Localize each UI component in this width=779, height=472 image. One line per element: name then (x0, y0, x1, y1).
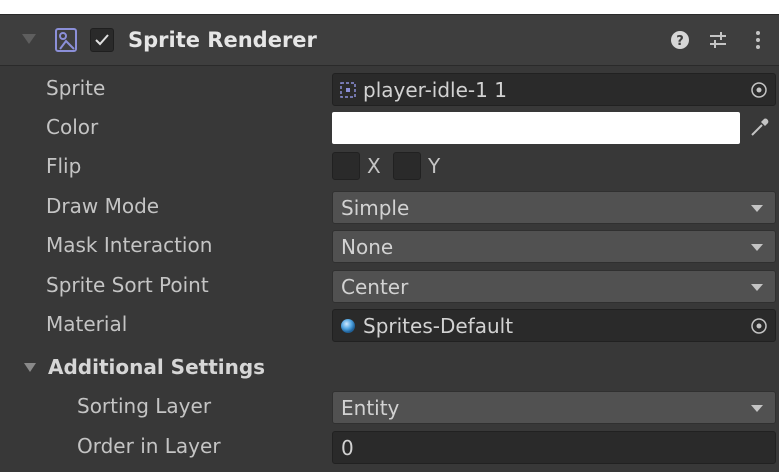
preset-sliders-icon[interactable] (706, 28, 730, 52)
color-label: Color (46, 115, 99, 139)
order-in-layer-value: 0 (341, 436, 354, 460)
object-picker-icon[interactable] (750, 81, 768, 99)
dropdown-arrow-icon (751, 284, 763, 291)
sprite-renderer-inspector: Sprite Renderer ? Sprite player-idle-1 1 (0, 14, 779, 472)
material-value: Sprites-Default (363, 314, 514, 338)
flip-label: Flip (46, 154, 82, 178)
property-row-color: Color (0, 109, 779, 147)
flip-x-label: X (367, 154, 381, 178)
sprite-renderer-icon (55, 28, 77, 52)
flip-y-checkbox[interactable] (393, 152, 421, 180)
sprite-label: Sprite (46, 76, 106, 100)
material-sphere-icon (341, 319, 355, 333)
component-title: Sprite Renderer (128, 28, 317, 52)
property-row-order-in-layer: Order in Layer 0 (0, 428, 779, 466)
dropdown-arrow-icon (751, 244, 763, 251)
order-in-layer-label: Order in Layer (77, 434, 221, 458)
order-in-layer-input[interactable]: 0 (332, 431, 776, 464)
sprite-sort-point-label: Sprite Sort Point (46, 273, 209, 297)
property-row-material: Material Sprites-Default (0, 306, 779, 344)
material-object-field[interactable]: Sprites-Default (332, 309, 776, 342)
mask-interaction-dropdown[interactable]: None (332, 230, 776, 263)
draw-mode-value: Simple (341, 196, 410, 220)
sprite-asset-icon (340, 82, 356, 98)
dropdown-arrow-icon (751, 205, 763, 212)
checkmark-icon (95, 34, 109, 46)
property-row-sprite: Sprite player-idle-1 1 (0, 70, 779, 108)
draw-mode-dropdown[interactable]: Simple (332, 191, 776, 224)
additional-settings-foldout[interactable]: Additional Settings (0, 349, 779, 387)
property-row-mask-interaction: Mask Interaction None (0, 227, 779, 265)
mask-interaction-label: Mask Interaction (46, 233, 213, 257)
foldout-arrow-icon[interactable] (24, 363, 36, 372)
property-row-draw-mode: Draw Mode Simple (0, 188, 779, 226)
svg-text:?: ? (676, 34, 684, 49)
foldout-arrow-icon[interactable] (22, 34, 36, 44)
color-swatch[interactable] (332, 112, 740, 144)
sorting-layer-dropdown[interactable]: Entity (332, 391, 776, 424)
dropdown-arrow-icon (751, 405, 763, 412)
mask-interaction-value: None (341, 235, 394, 259)
sorting-layer-value: Entity (341, 396, 400, 420)
enabled-checkbox[interactable] (90, 28, 114, 52)
property-row-sorting-layer: Sorting Layer Entity (0, 388, 779, 426)
flip-x-checkbox[interactable] (332, 152, 360, 180)
sprite-sort-point-value: Center (341, 275, 409, 299)
component-header[interactable]: Sprite Renderer ? (0, 14, 779, 66)
sprite-object-field[interactable]: player-idle-1 1 (332, 73, 776, 106)
sprite-sort-point-dropdown[interactable]: Center (332, 270, 776, 303)
more-vert-icon[interactable] (746, 28, 770, 52)
additional-settings-label: Additional Settings (48, 355, 266, 379)
property-row-sprite-sort-point: Sprite Sort Point Center (0, 267, 779, 305)
eyedropper-icon[interactable] (748, 115, 772, 139)
flip-y-label: Y (428, 154, 441, 178)
object-picker-icon[interactable] (750, 317, 768, 335)
sprite-value: player-idle-1 1 (363, 78, 507, 102)
property-row-flip: Flip X Y (0, 148, 779, 186)
window-top-edge (0, 0, 779, 14)
material-label: Material (46, 312, 128, 336)
draw-mode-label: Draw Mode (46, 194, 160, 218)
sorting-layer-label: Sorting Layer (77, 394, 212, 418)
help-icon[interactable]: ? (668, 28, 692, 52)
